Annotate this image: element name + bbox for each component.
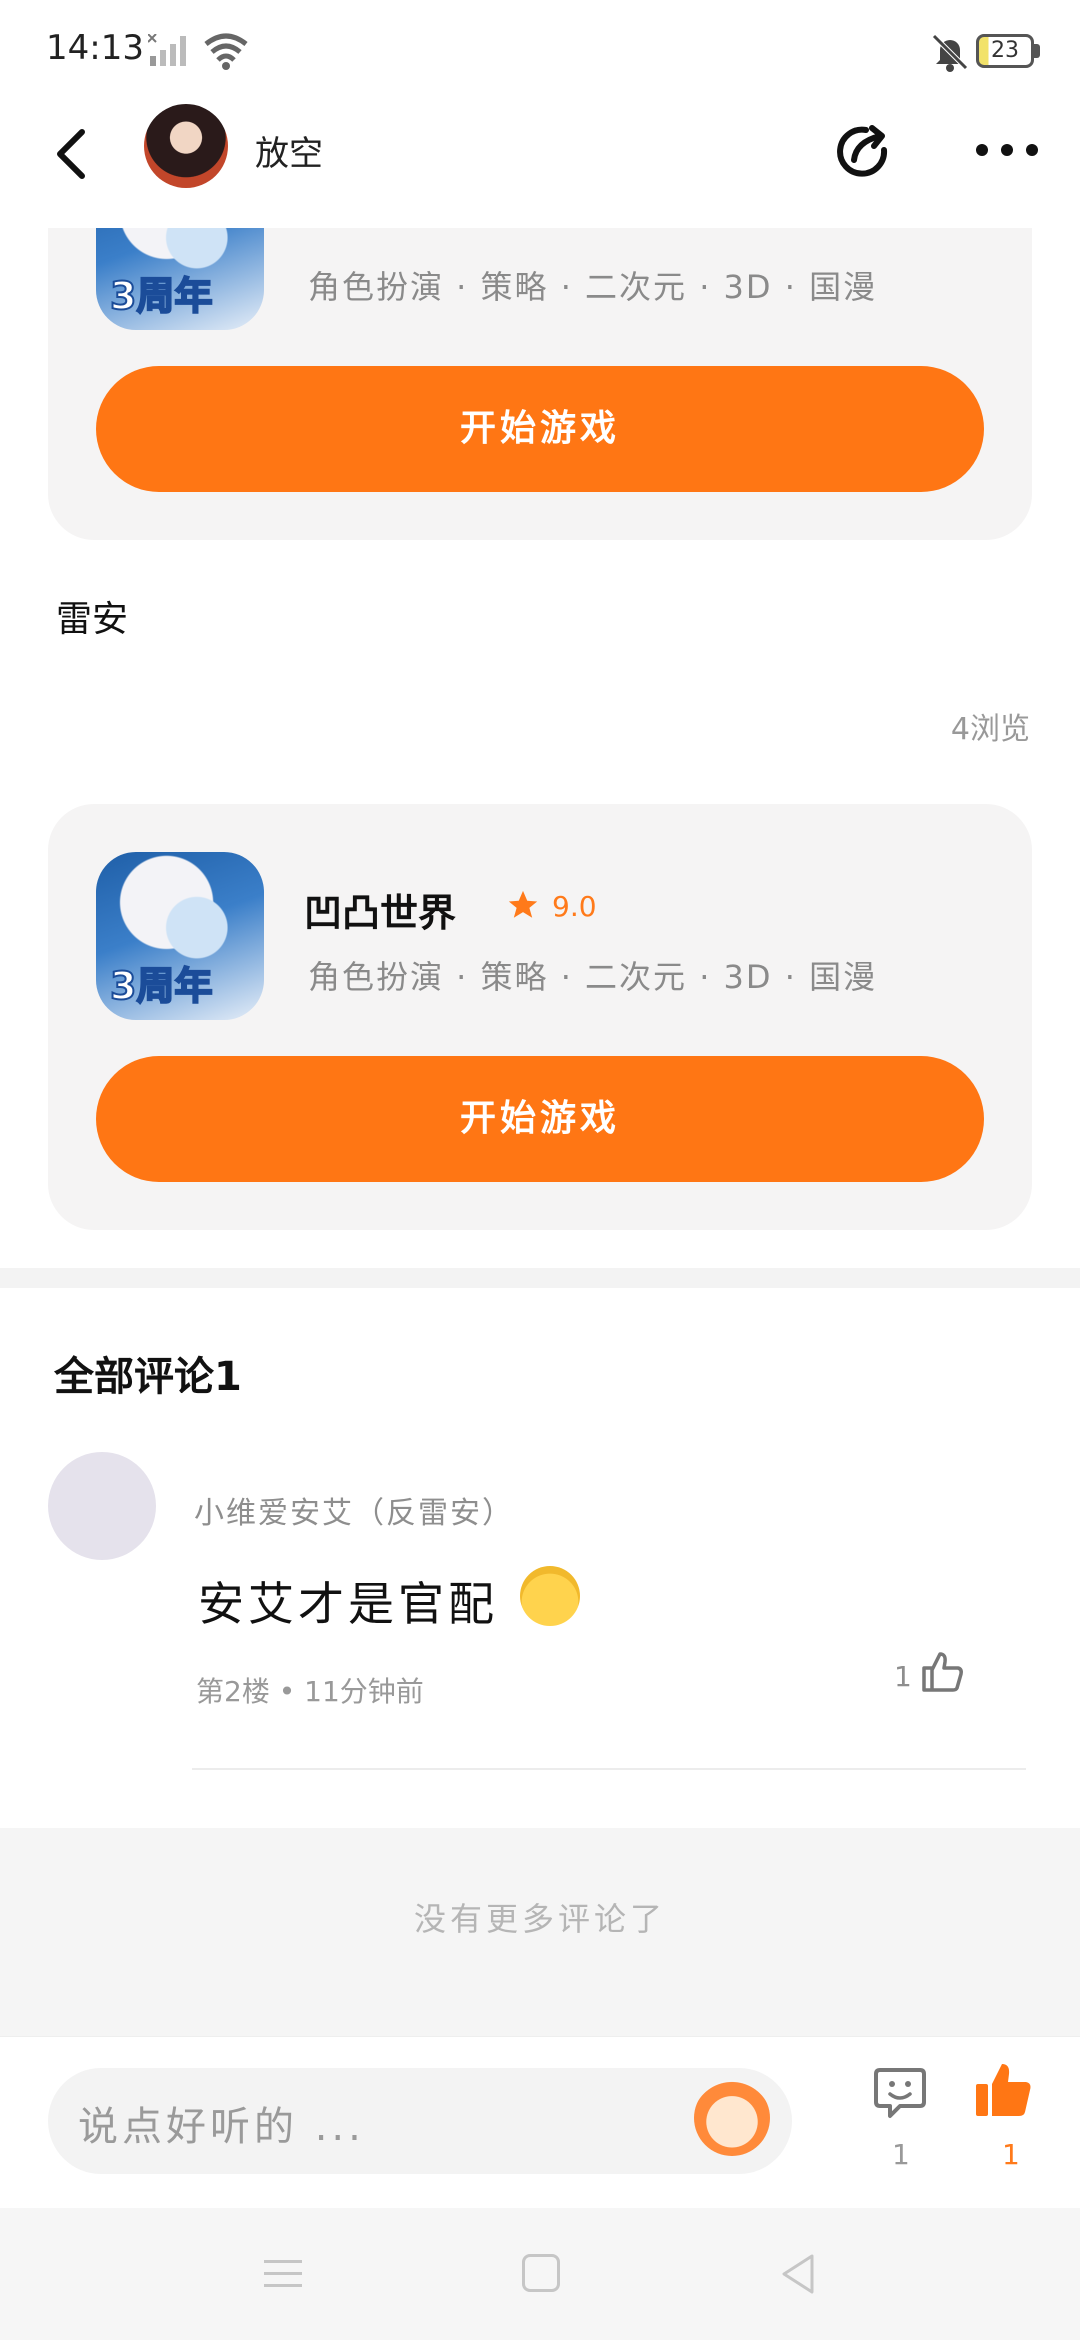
game-rating: 9.0 xyxy=(552,890,597,923)
status-time: 14:13 xyxy=(46,28,144,68)
commenter-avatar[interactable] xyxy=(48,1452,156,1560)
sweat-emoji-icon xyxy=(520,1566,580,1626)
battery-indicator: 23 xyxy=(976,34,1034,68)
comment-text: 安艾才是官配 xyxy=(198,1577,498,1631)
author-avatar[interactable] xyxy=(144,104,228,188)
start-game-button[interactable]: 开始游戏 xyxy=(96,366,984,492)
wifi-icon xyxy=(204,33,248,70)
game-icon-badge: 3周年 xyxy=(109,963,213,1009)
battery-cap xyxy=(1034,44,1040,58)
start-game-button[interactable]: 开始游戏 xyxy=(96,1056,984,1182)
game-tags: 角色扮演 · 策略 · 二次元 · 3D · 国漫 xyxy=(308,268,878,306)
home-icon[interactable] xyxy=(522,2254,560,2292)
emoji-icon[interactable] xyxy=(870,2062,930,2122)
game-icon[interactable]: 3周年 xyxy=(96,852,264,1020)
menu-icon[interactable] xyxy=(262,2256,304,2292)
star-icon xyxy=(508,890,538,918)
section-divider xyxy=(0,1268,1080,1288)
author-name[interactable]: 放空 xyxy=(255,126,323,175)
no-more-comments: 没有更多评论了 xyxy=(413,1900,666,1938)
comments-title: 全部评论1 xyxy=(54,1354,242,1400)
thumbs-up-icon[interactable] xyxy=(918,1648,966,1696)
more-options-icon[interactable] xyxy=(974,138,1040,162)
game-icon-badge: 3周年 xyxy=(109,273,213,319)
view-count: 4浏览 xyxy=(950,712,1030,747)
like-count: 1 xyxy=(1002,2138,1020,2171)
game-tags: 角色扮演 · 策略 · 二次元 · 3D · 国漫 xyxy=(308,958,878,996)
nav-back-icon[interactable] xyxy=(778,2252,818,2296)
comment-like-count: 1 xyxy=(894,1660,912,1693)
game-title: 凹凸世界 xyxy=(304,891,457,935)
comment-input-placeholder[interactable]: 说点好听的 ... xyxy=(78,2094,365,2152)
back-arrow-icon[interactable] xyxy=(46,124,96,184)
mute-bell-icon xyxy=(932,34,968,72)
mascot-icon[interactable] xyxy=(694,2080,770,2156)
comment-separator xyxy=(192,1768,1026,1770)
emoji-count: 1 xyxy=(892,2138,910,2171)
post-text: 雷安 xyxy=(56,599,129,640)
thumbs-up-filled-icon[interactable] xyxy=(972,2060,1034,2120)
comment-meta: 第2楼 • 11分钟前 xyxy=(196,1675,424,1708)
signal-icon xyxy=(148,34,186,66)
share-icon[interactable] xyxy=(832,120,896,184)
commenter-name[interactable]: 小维爱安艾（反雷安） xyxy=(194,1488,514,1532)
